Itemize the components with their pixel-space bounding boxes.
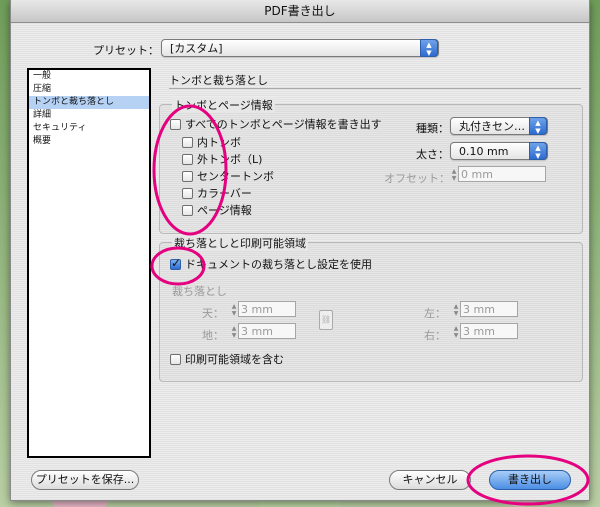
popup-arrows-icon: ▲ ▼ [420, 39, 438, 57]
stepper-icon[interactable]: ▲ ▼ [452, 303, 460, 317]
left-label: 左： [424, 307, 446, 320]
page-info-checkbox[interactable]: ページ情報 [182, 204, 252, 218]
checkbox-box-icon [170, 354, 181, 365]
weight-label: 太さ： [416, 148, 449, 161]
color-bars-label: カラーバー [197, 187, 252, 200]
bleed-marks-label: 外トンボ（L) [197, 153, 263, 166]
sidebar-item-security[interactable]: セキュリティ [29, 122, 149, 135]
sidebar-item-general[interactable]: 一般 [29, 70, 149, 83]
category-list[interactable]: 一般 圧縮 トンボと裁ち落とし 詳細 セキュリティ 概要 [27, 68, 151, 458]
bleed-group: 裁ち落としと印刷可能領域 ドキュメントの裁ち落とし設定を使用 裁ち落とし 天： … [159, 235, 583, 382]
bleed-marks-checkbox[interactable]: 外トンボ（L) [182, 153, 262, 167]
popup-arrows-icon: ▲ ▼ [529, 117, 547, 135]
bleed-group-title: 裁ち落としと印刷可能領域 [172, 235, 308, 251]
chain-link-icon[interactable]: ⛓ [319, 310, 333, 330]
all-marks-checkbox[interactable]: すべてのトンボとページ情報を書き出す [170, 118, 382, 132]
sidebar-item-summary[interactable]: 概要 [29, 135, 149, 148]
stepper-icon[interactable]: ▲ ▼ [230, 325, 238, 339]
sidebar-item-marks-and-bleeds[interactable]: トンボと裁ち落とし [29, 96, 149, 109]
mark-type-value: 丸付きセン… [459, 120, 525, 133]
popup-arrows-icon: ▲ ▼ [529, 142, 547, 160]
stepper-icon[interactable]: ▲ ▼ [452, 325, 460, 339]
sidebar-item-compression[interactable]: 圧縮 [29, 83, 149, 96]
type-label: 種類： [416, 122, 449, 135]
checkbox-box-icon [182, 188, 193, 199]
use-document-bleed-label: ドキュメントの裁ち落とし設定を使用 [185, 258, 372, 271]
bleed-left-field[interactable]: ▲ ▼ 3 mm [452, 301, 518, 319]
checkbox-box-icon [182, 171, 193, 182]
checkbox-box-icon [182, 154, 193, 165]
bleed-bottom-input[interactable]: 3 mm [238, 323, 296, 339]
bottom-label: 地： [202, 329, 224, 342]
mark-weight-value: 0.10 mm [459, 145, 509, 158]
mark-weight-popup[interactable]: 0.10 mm ▲ ▼ [450, 142, 548, 160]
bleed-subtitle: 裁ち落とし [172, 285, 227, 298]
checkbox-box-icon [170, 119, 181, 130]
bleed-top-field[interactable]: ▲ ▼ 3 mm [230, 301, 296, 319]
marks-group-title: トンボとページ情報 [172, 97, 275, 113]
marks-group: トンボとページ情報 すべてのトンボとページ情報を書き出す 内トンボ 外トンボ（L… [159, 97, 583, 234]
registration-marks-label: センタートンボ [197, 170, 274, 183]
window-title: PDF書き出し [11, 0, 589, 23]
bleed-bottom-field[interactable]: ▲ ▼ 3 mm [230, 323, 296, 341]
checkbox-box-icon [182, 137, 193, 148]
crop-marks-label: 内トンボ [197, 136, 241, 149]
stepper-icon[interactable]: ▲ ▼ [230, 303, 238, 317]
mark-type-popup[interactable]: 丸付きセン… ▲ ▼ [450, 117, 548, 135]
sidebar-item-advanced[interactable]: 詳細 [29, 109, 149, 122]
preset-label: プリセット： [93, 44, 159, 57]
checkbox-checked-icon [170, 256, 181, 270]
offset-input[interactable]: 0 mm [458, 166, 546, 182]
section-title: トンボと裁ち落とし [169, 74, 268, 87]
offset-field[interactable]: ▲ ▼ 0 mm [450, 166, 546, 184]
checkbox-box-icon [182, 205, 193, 216]
stepper-icon[interactable]: ▲ ▼ [450, 168, 458, 182]
top-label: 天： [202, 307, 224, 320]
preset-value: [カスタム] [170, 42, 223, 55]
offset-label: オフセット： [384, 172, 450, 185]
right-label: 右： [424, 329, 446, 342]
bleed-right-input[interactable]: 3 mm [460, 323, 518, 339]
registration-marks-checkbox[interactable]: センタートンボ [182, 170, 274, 184]
section-divider [169, 88, 581, 89]
save-preset-button[interactable]: プリセットを保存... [31, 470, 139, 490]
export-button[interactable]: 書き出し [489, 470, 571, 490]
color-bars-checkbox[interactable]: カラーバー [182, 187, 252, 201]
bleed-top-input[interactable]: 3 mm [238, 301, 296, 317]
bleed-right-field[interactable]: ▲ ▼ 3 mm [452, 323, 518, 341]
preset-popup[interactable]: [カスタム] ▲ ▼ [161, 39, 439, 57]
all-marks-label: すべてのトンボとページ情報を書き出す [185, 118, 382, 131]
page-info-label: ページ情報 [197, 204, 252, 217]
include-slug-checkbox[interactable]: 印刷可能領域を含む [170, 353, 284, 367]
cancel-button[interactable]: キャンセル [389, 470, 471, 490]
crop-marks-checkbox[interactable]: 内トンボ [182, 136, 241, 150]
preset-row: プリセット： [カスタム] ▲ ▼ [11, 39, 589, 59]
pdf-export-dialog: PDF書き出し プリセット： [カスタム] ▲ ▼ 一般 圧縮 トンボと裁ち落とし… [10, 0, 590, 501]
bleed-left-input[interactable]: 3 mm [460, 301, 518, 317]
include-slug-label: 印刷可能領域を含む [185, 353, 284, 366]
use-document-bleed-checkbox[interactable]: ドキュメントの裁ち落とし設定を使用 [170, 256, 372, 272]
